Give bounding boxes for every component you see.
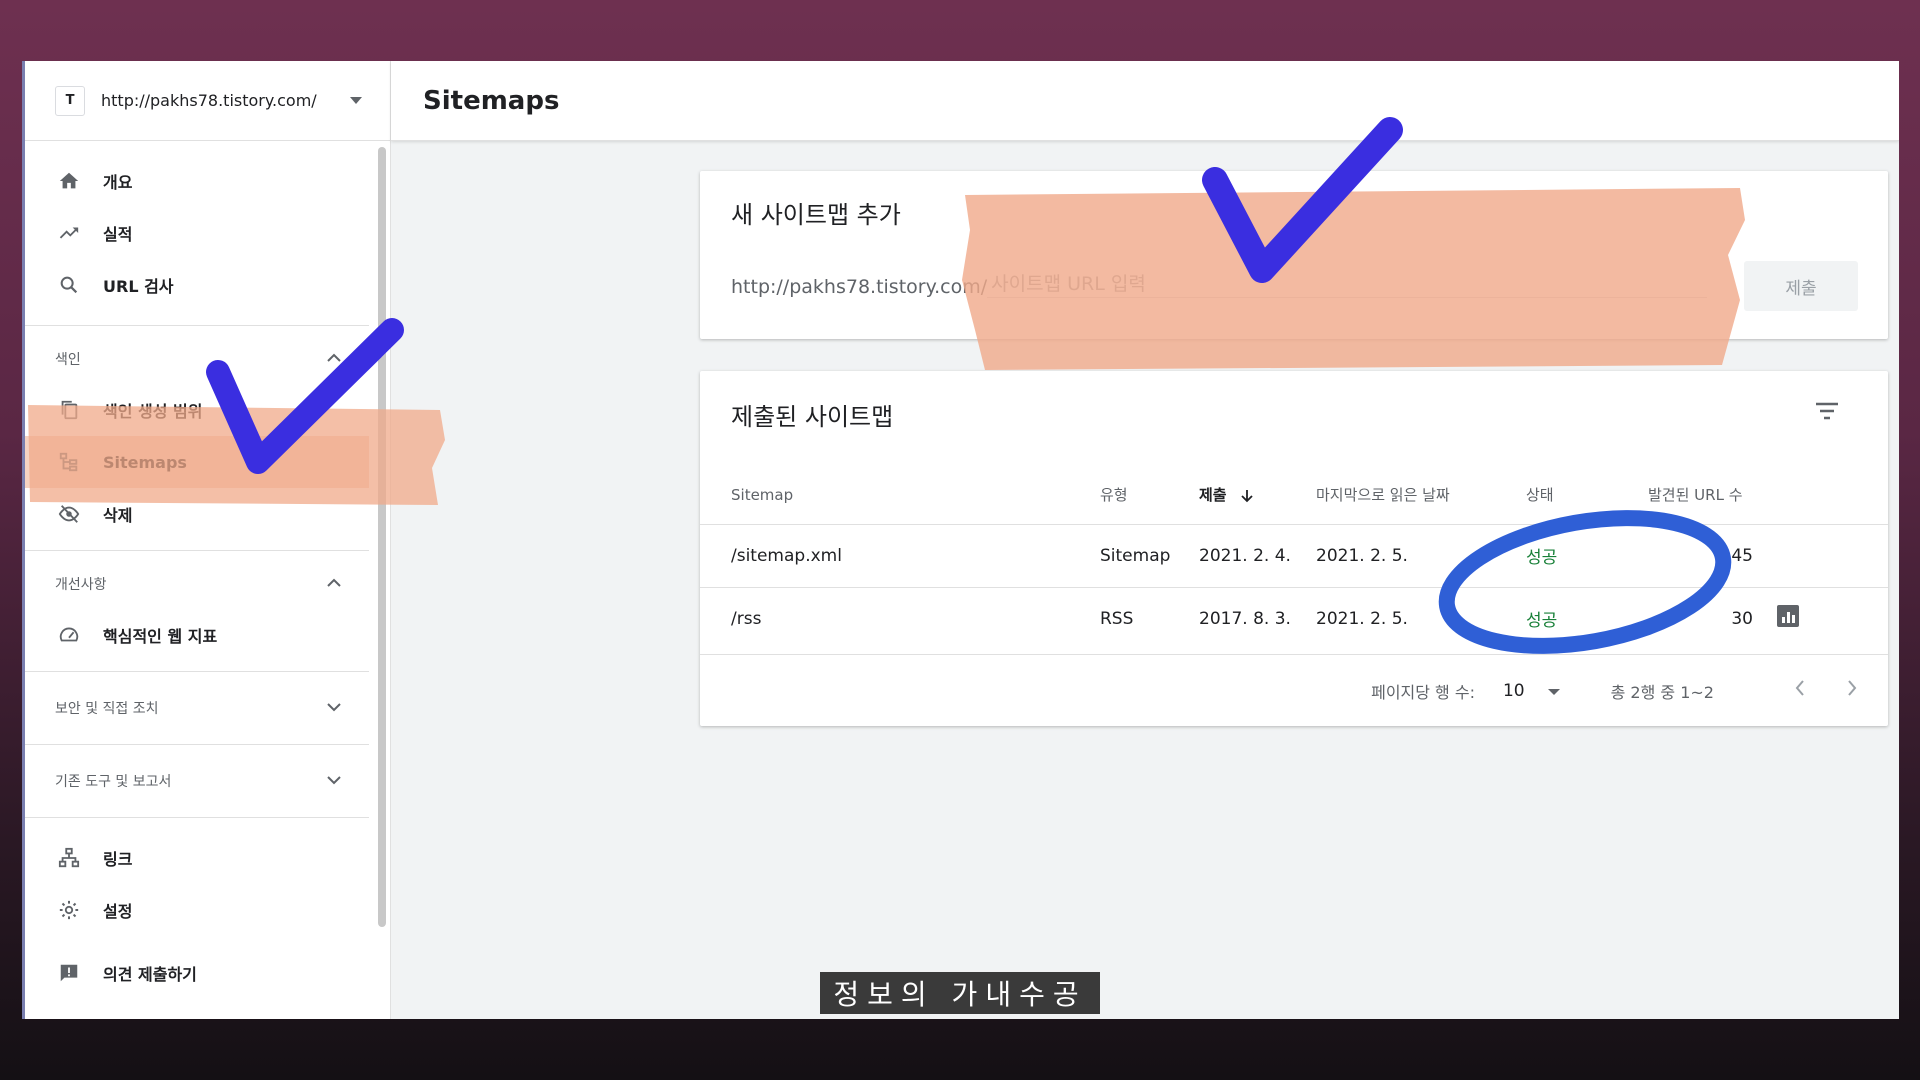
links-icon bbox=[57, 846, 81, 870]
column-header-sitemap[interactable]: Sitemap bbox=[700, 466, 1100, 524]
cell-type: RSS bbox=[1100, 586, 1199, 650]
search-icon bbox=[57, 273, 81, 297]
page-title: Sitemaps bbox=[423, 85, 560, 116]
cell-status: 성공 bbox=[1526, 586, 1648, 650]
column-header-discovered-urls[interactable]: 발견된 URL 수 bbox=[1648, 466, 1777, 524]
chevron-right-icon[interactable] bbox=[1846, 678, 1858, 703]
section-title: 색인 bbox=[55, 352, 81, 368]
section-title: 개선사항 bbox=[55, 577, 107, 593]
table-row[interactable]: /rss RSS 2017. 8. 3. 2021. 2. 5. 성공 30 bbox=[700, 586, 1888, 650]
chevron-down-icon bbox=[350, 97, 362, 104]
sidebar-scroll-thumb[interactable] bbox=[378, 147, 386, 927]
gauge-icon bbox=[57, 623, 81, 647]
sidebar-item-label: 개요 bbox=[103, 173, 133, 192]
header-bar: Sitemaps bbox=[391, 61, 1899, 141]
table-header-row: Sitemap 유형 제출 마지막으로 읽은 날짜 상태 발견된 URL 수 bbox=[700, 466, 1888, 524]
property-url: http://pakhs78.tistory.com/ bbox=[101, 91, 317, 110]
arrow-down-icon bbox=[1232, 486, 1254, 504]
section-security-header[interactable]: 보안 및 직접 조치 bbox=[25, 672, 369, 744]
add-sitemap-card: 새 사이트맵 추가 http://pakhs78.tistory.com/ 제출 bbox=[700, 171, 1888, 339]
sitemap-url-prefix: http://pakhs78.tistory.com/ bbox=[731, 276, 988, 298]
sidebar-item-url-inspection[interactable]: URL 검사 bbox=[25, 259, 369, 311]
cell-type: Sitemap bbox=[1100, 523, 1199, 587]
sidebar-item-label: URL 검사 bbox=[103, 277, 174, 296]
sidebar-item-label: Sitemaps bbox=[103, 452, 187, 472]
add-sitemap-row: http://pakhs78.tistory.com/ bbox=[731, 271, 1861, 298]
sidebar-item-core-web-vitals[interactable]: 핵심적인 웹 지표 bbox=[25, 609, 369, 661]
sidebar-item-links[interactable]: 링크 bbox=[25, 832, 369, 884]
sidebar-item-removals[interactable]: 삭제 bbox=[25, 488, 369, 540]
submit-sitemap-button[interactable]: 제출 bbox=[1744, 261, 1858, 311]
bar-chart-icon[interactable] bbox=[1777, 605, 1799, 628]
chevron-up-icon bbox=[327, 351, 341, 367]
property-logo: T bbox=[55, 85, 85, 116]
cell-discovered-urls: 45 bbox=[1648, 523, 1777, 587]
feedback-label: 의견 제출하기 bbox=[103, 965, 197, 984]
rows-per-page-label: 페이지당 행 수: bbox=[1371, 682, 1475, 702]
filter-icon[interactable] bbox=[1814, 401, 1840, 425]
cell-last-read: 2021. 2. 5. bbox=[1316, 523, 1526, 587]
sidebar-item-settings[interactable]: 설정 bbox=[25, 884, 369, 936]
gear-icon bbox=[57, 898, 81, 922]
video-caption: 정보의 가내수공 bbox=[820, 972, 1100, 1014]
sitemaps-table: Sitemap 유형 제출 마지막으로 읽은 날짜 상태 발견된 URL 수 /… bbox=[700, 466, 1888, 650]
cell-sitemap: /rss bbox=[700, 586, 1100, 650]
column-header-type[interactable]: 유형 bbox=[1100, 466, 1199, 524]
sidebar: T http://pakhs78.tistory.com/ 개요 실적 URL … bbox=[25, 61, 391, 1019]
chevron-up-icon bbox=[327, 576, 341, 592]
cell-status: 성공 bbox=[1526, 523, 1648, 587]
cell-actions bbox=[1777, 586, 1888, 650]
add-sitemap-title: 새 사이트맵 추가 bbox=[731, 201, 901, 229]
sidebar-scrollbar[interactable] bbox=[378, 147, 388, 927]
section-enhancements-header[interactable]: 개선사항 bbox=[25, 551, 369, 617]
feedback-button[interactable]: 의견 제출하기 bbox=[25, 947, 369, 999]
cell-submitted: 2017. 8. 3. bbox=[1199, 586, 1316, 650]
feedback-icon bbox=[57, 961, 81, 985]
sitemap-url-input[interactable] bbox=[987, 271, 1708, 298]
cell-sitemap: /sitemap.xml bbox=[700, 523, 1100, 587]
sidebar-item-label: 삭제 bbox=[103, 506, 133, 525]
chevron-down-icon bbox=[327, 700, 341, 716]
section-index-header[interactable]: 색인 bbox=[25, 326, 369, 392]
chevron-left-icon[interactable] bbox=[1794, 678, 1806, 703]
pagination-range: 총 2행 중 1~2 bbox=[1610, 682, 1714, 702]
sidebar-item-label: 실적 bbox=[103, 225, 133, 244]
property-selector[interactable]: T http://pakhs78.tistory.com/ bbox=[25, 61, 390, 141]
cell-discovered-urls: 30 bbox=[1648, 586, 1777, 650]
submitted-sitemaps-title: 제출된 사이트맵 bbox=[731, 403, 894, 431]
column-header-status[interactable]: 상태 bbox=[1526, 466, 1648, 524]
column-header-last-read[interactable]: 마지막으로 읽은 날짜 bbox=[1316, 466, 1526, 524]
copy-icon bbox=[57, 398, 81, 422]
cell-last-read: 2021. 2. 5. bbox=[1316, 586, 1526, 650]
cell-actions bbox=[1777, 523, 1888, 587]
column-header-label: 제출 bbox=[1199, 486, 1227, 505]
sidebar-item-coverage[interactable]: 색인 생성 범위 bbox=[25, 384, 369, 436]
chevron-down-icon bbox=[327, 773, 341, 789]
eye-off-icon bbox=[57, 502, 81, 526]
sitemap-icon bbox=[57, 450, 81, 474]
sidebar-item-label: 링크 bbox=[103, 850, 133, 869]
section-title: 기존 도구 및 보고서 bbox=[55, 774, 172, 790]
sidebar-item-label: 핵심적인 웹 지표 bbox=[103, 627, 218, 646]
sidebar-item-sitemaps[interactable]: Sitemaps bbox=[25, 436, 369, 488]
home-icon bbox=[57, 169, 81, 193]
column-header-submitted[interactable]: 제출 bbox=[1199, 466, 1316, 524]
submitted-sitemaps-card: 제출된 사이트맵 Sitemap 유형 제출 마지막으로 읽은 날짜 상태 발견… bbox=[700, 371, 1888, 726]
sidebar-item-label: 색인 생성 범위 bbox=[103, 402, 203, 421]
search-console-window: T http://pakhs78.tistory.com/ 개요 실적 URL … bbox=[22, 61, 1899, 1019]
sidebar-item-label: 설정 bbox=[103, 902, 133, 921]
trending-up-icon bbox=[57, 221, 81, 245]
column-header-actions bbox=[1777, 466, 1888, 524]
section-legacy-header[interactable]: 기존 도구 및 보고서 bbox=[25, 745, 369, 817]
section-title: 보안 및 직접 조치 bbox=[55, 701, 159, 717]
rows-per-page-select[interactable]: 10 bbox=[1503, 681, 1525, 701]
table-pagination: 페이지당 행 수: 10 총 2행 중 1~2 bbox=[700, 654, 1888, 726]
sidebar-item-overview[interactable]: 개요 bbox=[25, 155, 369, 207]
sidebar-item-performance[interactable]: 실적 bbox=[25, 207, 369, 259]
caret-down-icon[interactable] bbox=[1533, 681, 1561, 700]
table-row[interactable]: /sitemap.xml Sitemap 2021. 2. 4. 2021. 2… bbox=[700, 523, 1888, 587]
cell-submitted: 2021. 2. 4. bbox=[1199, 523, 1316, 587]
